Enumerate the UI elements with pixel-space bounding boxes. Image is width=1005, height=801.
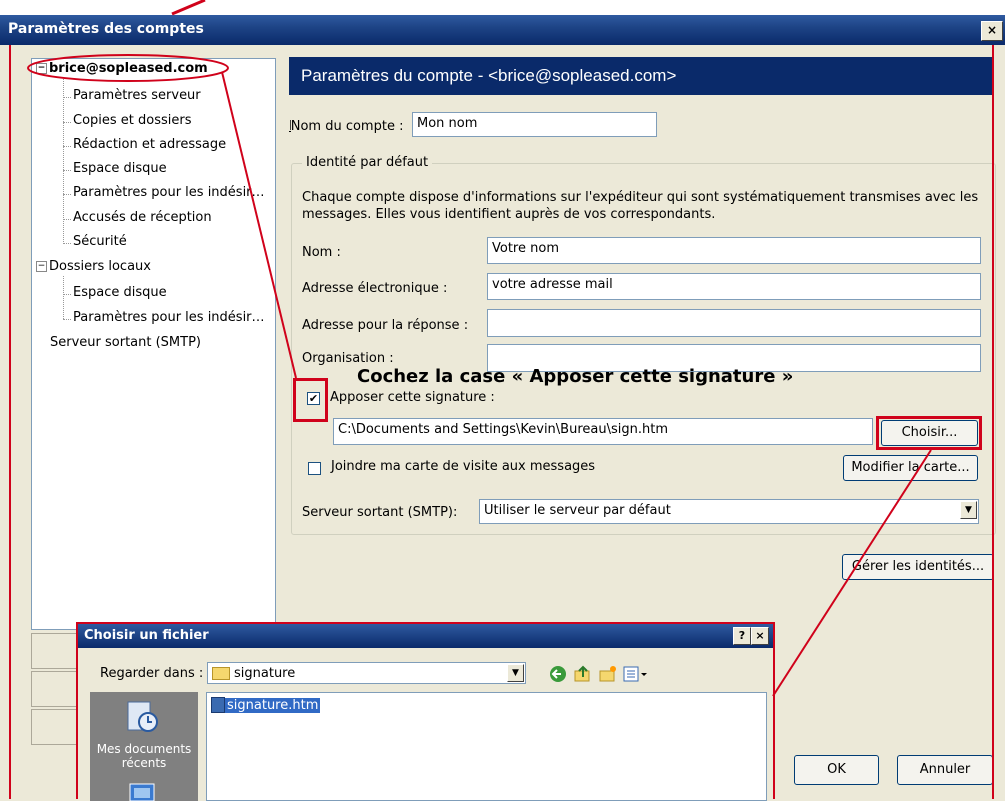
collapse-icon[interactable]: −: [36, 63, 47, 74]
account-name-label: NNom du compte :: [289, 119, 404, 134]
tree-item-smtp[interactable]: Serveur sortant (SMTP): [50, 335, 201, 350]
chevron-down-icon[interactable]: ▼: [507, 664, 524, 682]
chevron-down-icon[interactable]: ▼: [960, 501, 977, 519]
edit-card-button[interactable]: Modifier la carte...: [843, 455, 978, 481]
view-menu-icon[interactable]: [623, 664, 649, 684]
file-dialog: Choisir un fichier ? × Regarder dans : s…: [76, 622, 775, 801]
tree-item-server-settings[interactable]: Paramètres serveur: [73, 88, 201, 103]
screen-top-strip: [0, 0, 1005, 15]
folder-icon: [212, 667, 230, 680]
file-dialog-titlebar: Choisir un fichier ? ×: [78, 624, 773, 648]
identity-legend: Identité par défaut: [302, 155, 433, 170]
tree-item-local-junk-settings[interactable]: Paramètres pour les indésir…: [73, 310, 265, 325]
desktop-icon[interactable]: [128, 780, 158, 801]
organization-label: Organisation :: [302, 351, 394, 366]
look-in-value: signature: [234, 666, 296, 681]
manage-identities-button[interactable]: Gérer les identités...: [842, 554, 994, 580]
smtp-select[interactable]: Utiliser le serveur par défaut ▼: [479, 499, 979, 524]
tree-local-folders-node[interactable]: − Dossiers locaux: [36, 259, 151, 274]
vcard-checkbox[interactable]: [308, 462, 321, 475]
account-tree[interactable]: − brice@sopleased.com Paramètres serveur …: [31, 58, 276, 630]
vcard-label[interactable]: Joindre ma carte de visite aux messages: [331, 459, 595, 474]
collapse-icon[interactable]: −: [36, 261, 47, 272]
back-icon[interactable]: [548, 664, 568, 684]
account-name-field[interactable]: Mon nom: [412, 112, 657, 137]
cancel-button[interactable]: Annuler: [897, 755, 993, 785]
tree-item-copies-folders[interactable]: Copies et dossiers: [73, 113, 192, 128]
look-in-label: Regarder dans :: [100, 666, 204, 681]
signature-path-field[interactable]: C:\Documents and Settings\Kevin\Bureau\s…: [333, 418, 873, 445]
new-folder-icon[interactable]: [598, 664, 618, 684]
list-item[interactable]: signature.htm: [211, 697, 321, 713]
annotation-box-checkbox: [293, 378, 328, 422]
signature-label[interactable]: Apposer cette signature :: [330, 390, 495, 405]
tree-item-security[interactable]: Sécurité: [73, 234, 127, 249]
close-icon[interactable]: ×: [751, 627, 769, 645]
name-field[interactable]: Votre nom: [487, 237, 981, 264]
name-label: Nom :: [302, 245, 341, 260]
smtp-label: Serveur sortant (SMTP):: [302, 505, 458, 520]
tree-account-node[interactable]: − brice@sopleased.com: [36, 61, 208, 76]
tree-local-label: Dossiers locaux: [49, 259, 151, 274]
recent-documents-icon[interactable]: [124, 700, 160, 734]
window-titlebar: Paramètres des comptes ×: [0, 15, 1005, 45]
window-title: Paramètres des comptes: [8, 21, 204, 37]
ok-button[interactable]: OK: [794, 755, 879, 785]
reply-to-label: Adresse pour la réponse :: [302, 318, 469, 333]
file-list[interactable]: signature.htm: [206, 692, 767, 801]
up-folder-icon[interactable]: [573, 664, 593, 684]
tree-item-receipts[interactable]: Accusés de réception: [73, 210, 212, 225]
look-in-select[interactable]: signature ▼: [207, 662, 526, 684]
tree-account-label: brice@sopleased.com: [49, 61, 208, 76]
smtp-select-value: Utiliser le serveur par défaut: [484, 503, 671, 518]
file-dialog-title: Choisir un fichier: [84, 628, 209, 643]
tree-item-junk-settings[interactable]: Paramètres pour les indésir…: [73, 185, 265, 200]
annotation-callout: Cochez la case « Apposer cette signature…: [357, 366, 794, 387]
tree-item-composition[interactable]: Rédaction et adressage: [73, 137, 226, 152]
email-field[interactable]: votre adresse mail: [487, 273, 981, 300]
help-icon[interactable]: ?: [733, 627, 751, 645]
email-label: Adresse électronique :: [302, 281, 448, 296]
close-icon[interactable]: ×: [981, 21, 1003, 41]
place-recent-documents[interactable]: Mes documents récents: [90, 742, 198, 770]
file-name: signature.htm: [225, 697, 321, 713]
places-bar: Mes documents récents: [90, 692, 198, 801]
html-file-icon: [211, 697, 225, 713]
identity-description: Chaque compte dispose d'informations sur…: [302, 190, 979, 222]
tree-item-disk-space[interactable]: Espace disque: [73, 161, 167, 176]
tree-item-local-disk-space[interactable]: Espace disque: [73, 285, 167, 300]
reply-to-field[interactable]: [487, 309, 981, 337]
account-name-label-text: Nom du compte :: [290, 119, 404, 134]
annotation-box-choose: [876, 416, 982, 450]
panel-header: Paramètres du compte - <brice@sopleased.…: [289, 57, 993, 95]
panel-title: Paramètres du compte - <brice@sopleased.…: [301, 66, 677, 85]
